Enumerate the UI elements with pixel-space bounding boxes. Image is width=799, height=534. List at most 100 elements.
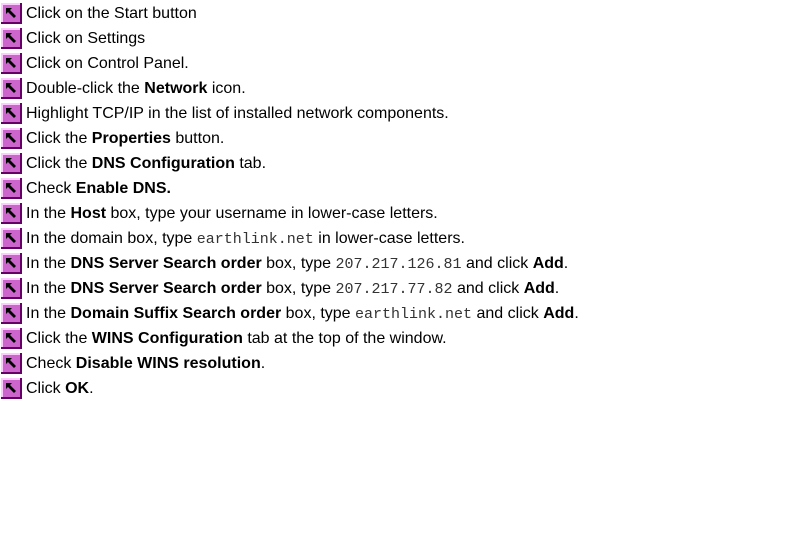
instruction-step: Click the DNS Configuration tab. (1, 151, 799, 176)
step-text: Click the WINS Configuration tab at the … (26, 328, 447, 349)
step-text-segment: Add (532, 254, 564, 272)
step-text-segment: Check (26, 355, 76, 372)
arrow-icon (1, 178, 22, 199)
step-text-segment: Add (543, 304, 575, 322)
step-text-segment: and click (452, 279, 524, 297)
arrow-icon (1, 353, 22, 374)
arrow-icon (1, 128, 22, 149)
step-text-segment: Click the (26, 130, 92, 147)
step-text: In the Host box, type your username in l… (26, 203, 438, 224)
step-text-segment: In the (26, 279, 71, 297)
step-text-segment: earthlink.net (196, 230, 314, 248)
step-text-segment: . (89, 380, 94, 397)
step-text-segment: Click the (26, 330, 92, 347)
step-text: Click OK. (26, 378, 94, 399)
step-text-segment: box, type (281, 304, 356, 322)
step-text-segment: In the (26, 304, 71, 322)
step-text-segment: in lower-case letters. (313, 229, 465, 247)
arrow-icon (1, 78, 22, 99)
instruction-step: Click the Properties button. (1, 126, 799, 151)
instruction-step: Click on Control Panel. (1, 51, 799, 76)
step-text: Check Enable DNS. (26, 178, 171, 199)
step-text-segment: earthlink.net (355, 305, 473, 323)
step-text-segment: box, type (261, 279, 336, 297)
step-text-segment: Enable DNS. (75, 180, 171, 197)
step-text-segment: box, type (261, 254, 336, 272)
step-text-segment: DNS Server Search order (70, 279, 262, 297)
step-text: Double-click the Network icon. (26, 78, 246, 99)
step-text-segment: In the (26, 205, 71, 222)
instruction-step: Check Disable WINS resolution. (1, 351, 799, 376)
step-text-segment: DNS Server Search order (70, 254, 262, 272)
step-text-segment: 207.217.77.82 (335, 280, 453, 298)
arrow-icon (1, 328, 22, 349)
instruction-step: In the DNS Server Search order box, type… (1, 251, 799, 276)
step-text: Check Disable WINS resolution. (26, 353, 265, 374)
arrow-icon (1, 103, 22, 124)
step-text-segment: Properties (91, 130, 171, 147)
instruction-step: Click on Settings (1, 26, 799, 51)
instruction-step: Click the WINS Configuration tab at the … (1, 326, 799, 351)
step-text-segment: . (563, 254, 569, 272)
step-text-segment: Add (523, 279, 555, 297)
step-text-segment: In the (26, 254, 71, 272)
step-text-segment: button. (170, 130, 225, 147)
step-text-segment: Host (70, 205, 107, 222)
instruction-step: Highlight TCP/IP in the list of installe… (1, 101, 799, 126)
instruction-step: Click on the Start button (1, 1, 799, 26)
step-text-segment: WINS Configuration (91, 330, 243, 347)
step-text-segment: Network (144, 80, 208, 97)
step-text-segment: Click on the Start button (26, 5, 197, 22)
step-text: Highlight TCP/IP in the list of installe… (26, 103, 449, 124)
instruction-list: Click on the Start button Click on Settin… (1, 1, 799, 401)
instruction-step: In the Domain Suffix Search order box, t… (1, 301, 799, 326)
step-text-segment: . (574, 304, 579, 322)
instruction-step: Double-click the Network icon. (1, 76, 799, 101)
step-text-segment: tab at the top of the window. (242, 330, 447, 347)
instruction-step: In the Host box, type your username in l… (1, 201, 799, 226)
arrow-icon (1, 278, 22, 299)
step-text-segment: OK (65, 380, 90, 397)
instruction-step: In the DNS Server Search order box, type… (1, 276, 799, 301)
step-text-segment: Click (26, 380, 66, 397)
step-text: In the DNS Server Search order box, type… (26, 253, 568, 275)
instruction-step: Check Enable DNS. (1, 176, 799, 201)
arrow-icon (1, 203, 22, 224)
arrow-icon (1, 53, 22, 74)
step-text-segment: and click (472, 304, 544, 322)
step-text: Click the DNS Configuration tab. (26, 153, 266, 174)
step-text-segment: Click on Control Panel. (26, 55, 189, 72)
step-text: In the Domain Suffix Search order box, t… (26, 303, 579, 325)
step-text-segment: tab. (234, 155, 267, 172)
arrow-icon (1, 228, 22, 249)
step-text: Click on Control Panel. (26, 53, 189, 74)
step-text-segment: icon. (207, 80, 246, 97)
arrow-icon (1, 3, 22, 24)
step-text: In the DNS Server Search order box, type… (26, 278, 559, 300)
step-text-segment: Check (26, 180, 76, 197)
arrow-icon (1, 253, 22, 274)
step-text-segment: 207.217.126.81 (335, 255, 462, 273)
step-text-segment: . (260, 355, 266, 372)
instruction-step: Click OK. (1, 376, 799, 401)
arrow-icon (1, 28, 22, 49)
arrow-icon (1, 378, 22, 399)
step-text: Click the Properties button. (26, 128, 224, 149)
step-text: Click on the Start button (26, 3, 197, 24)
step-text: In the domain box, type earthlink.net in… (26, 228, 465, 250)
step-text-segment: Click on Settings (26, 30, 146, 47)
instruction-step: In the domain box, type earthlink.net in… (1, 226, 799, 251)
step-text-segment: box, type your username in lower-case le… (106, 205, 438, 222)
arrow-icon (1, 153, 22, 174)
step-text-segment: Domain Suffix Search order (70, 304, 282, 322)
step-text-segment: and click (461, 254, 533, 272)
step-text-segment: DNS Configuration (91, 155, 235, 172)
step-text-segment: . (554, 279, 560, 297)
step-text-segment: Click the (26, 155, 92, 172)
step-text-segment: In the domain box, type (26, 229, 197, 247)
arrow-icon (1, 303, 22, 324)
step-text-segment: Highlight TCP/IP in the list of installe… (26, 105, 449, 122)
step-text-segment: Double-click the (26, 80, 145, 97)
step-text: Click on Settings (26, 28, 145, 49)
step-text-segment: Disable WINS resolution (75, 355, 261, 372)
